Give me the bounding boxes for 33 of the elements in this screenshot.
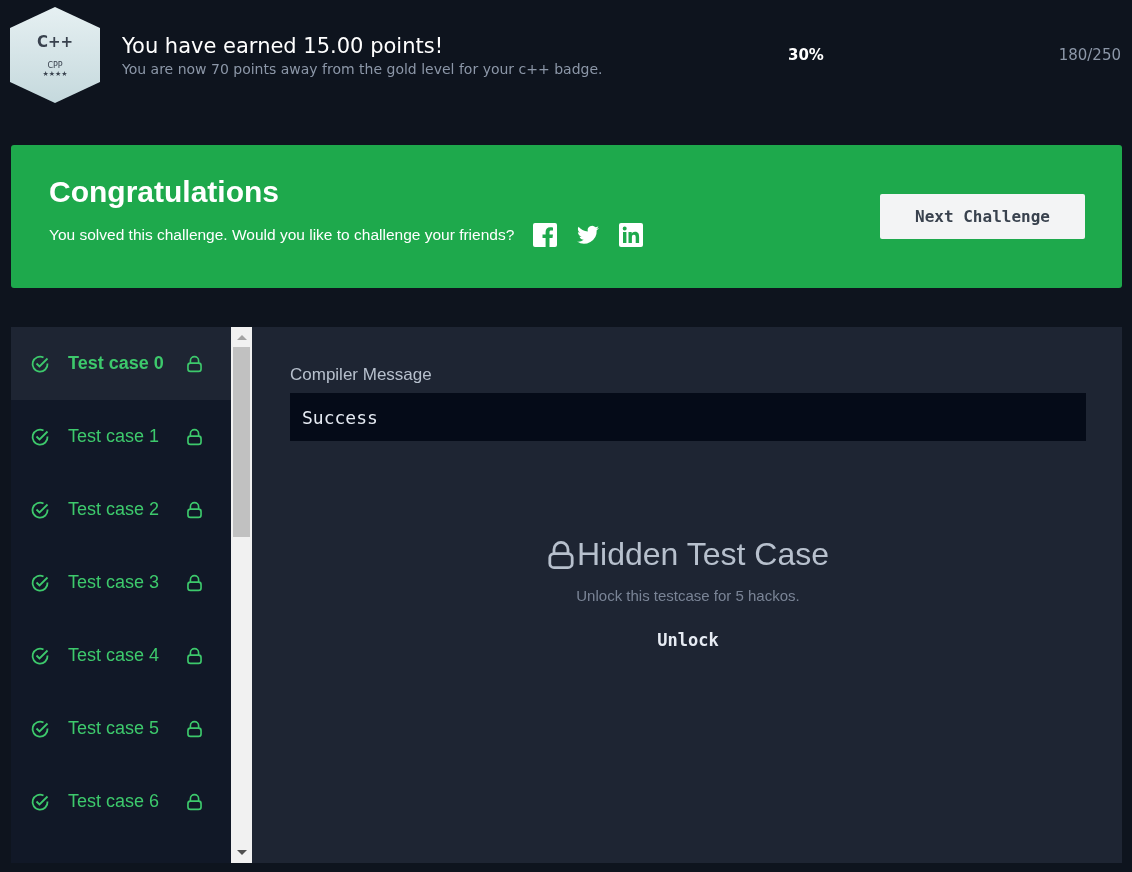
- test-case-label: Test case 1: [68, 426, 161, 447]
- twitter-icon[interactable]: [576, 223, 601, 247]
- badge-logo: C++: [36, 32, 74, 51]
- facebook-icon[interactable]: [533, 223, 558, 247]
- progress-percent: 30%: [788, 46, 825, 64]
- test-case-item[interactable]: Test case 0: [11, 327, 231, 400]
- points-subtitle: You are now 70 points away from the gold level for your c++ badge.: [122, 60, 604, 77]
- linkedin-icon[interactable]: [619, 223, 644, 247]
- unlock-button[interactable]: Unlock: [655, 628, 721, 652]
- banner-message: You solved this challenge. Would you like to challenge your friends?: [49, 226, 515, 244]
- test-case-item[interactable]: Test case 4: [11, 619, 231, 692]
- test-case-item[interactable]: Test case 3: [11, 546, 231, 619]
- test-case-label: Test case 3: [68, 572, 161, 593]
- test-case-item[interactable]: Test case 2: [11, 473, 231, 546]
- compiler-message-output: Success: [290, 393, 1086, 441]
- test-case-label: Test case 5: [68, 718, 161, 739]
- test-case-label: Test case 2: [68, 499, 161, 520]
- badge-label: CPP: [47, 60, 63, 70]
- score-text: 180/250: [1058, 46, 1121, 64]
- hidden-test-case-title: Hidden Test Case: [577, 536, 829, 573]
- test-case-label: Test case 0: [68, 353, 165, 374]
- compiler-message-label: Compiler Message: [290, 365, 432, 385]
- test-case-item[interactable]: Test case 1: [11, 400, 231, 473]
- unlock-note: Unlock this testcase for 5 hackos.: [576, 587, 800, 604]
- points-title: You have earned 15.00 points!: [122, 33, 445, 58]
- test-case-label: Test case 4: [68, 645, 161, 666]
- next-challenge-button[interactable]: Next Challenge: [880, 194, 1085, 239]
- banner-title: Congratulations: [49, 175, 280, 209]
- lock-icon: [547, 538, 575, 571]
- test-case-item[interactable]: Test case 5: [11, 692, 231, 765]
- test-case-label: Test case 6: [68, 791, 161, 812]
- test-case-item[interactable]: Test case 6: [11, 765, 231, 838]
- scrollbar[interactable]: [231, 327, 252, 863]
